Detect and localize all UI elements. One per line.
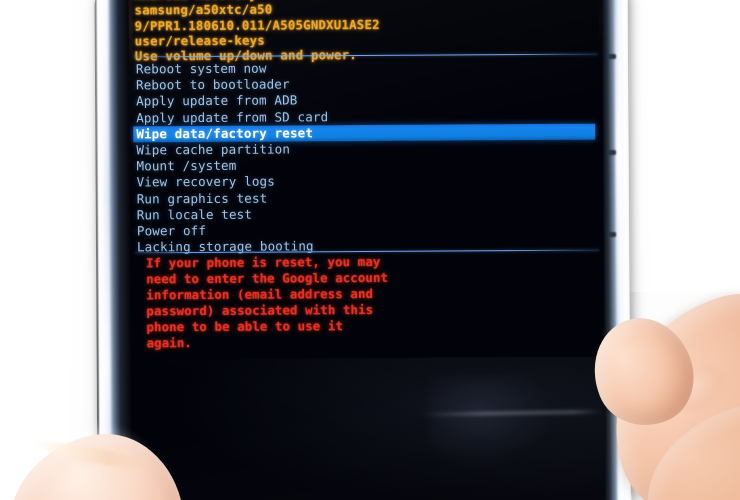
screen-reflection-streak [420,409,602,417]
volume-up-button[interactable] [608,54,616,59]
screen-lower-reflection [130,356,606,500]
volume-down-button[interactable] [608,150,616,155]
power-button[interactable] [608,232,616,237]
right-backdrop-glare [628,0,740,292]
phone-screen: Android Recovery samsung/a50xtc/a50 9/PP… [128,0,606,500]
recovery-menu: Reboot system now Reboot to bootloader A… [133,59,600,256]
google-account-warning: If your phone is reset, you may need to … [134,253,601,352]
warning-line-5: again. [146,335,192,351]
photo-scene: Android Recovery samsung/a50xtc/a50 9/PP… [0,0,740,500]
screen-reflection-blob [430,376,552,468]
